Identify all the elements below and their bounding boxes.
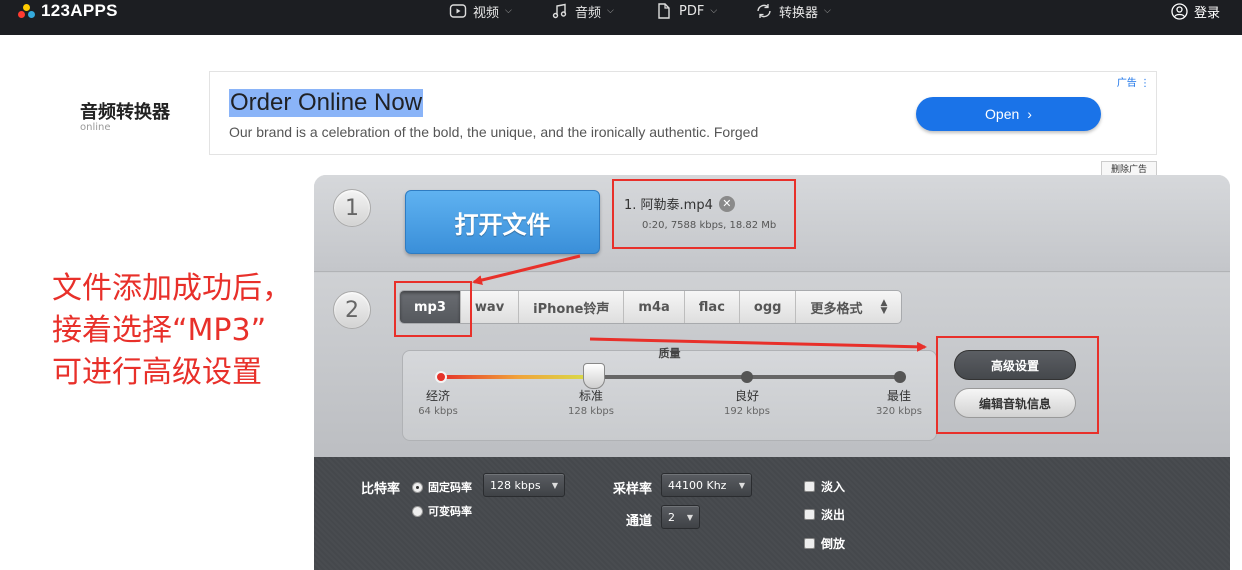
arrow-to-advanced [589,337,927,352]
annotation-arrows [472,254,927,352]
arrow-to-mp3 [472,254,581,285]
